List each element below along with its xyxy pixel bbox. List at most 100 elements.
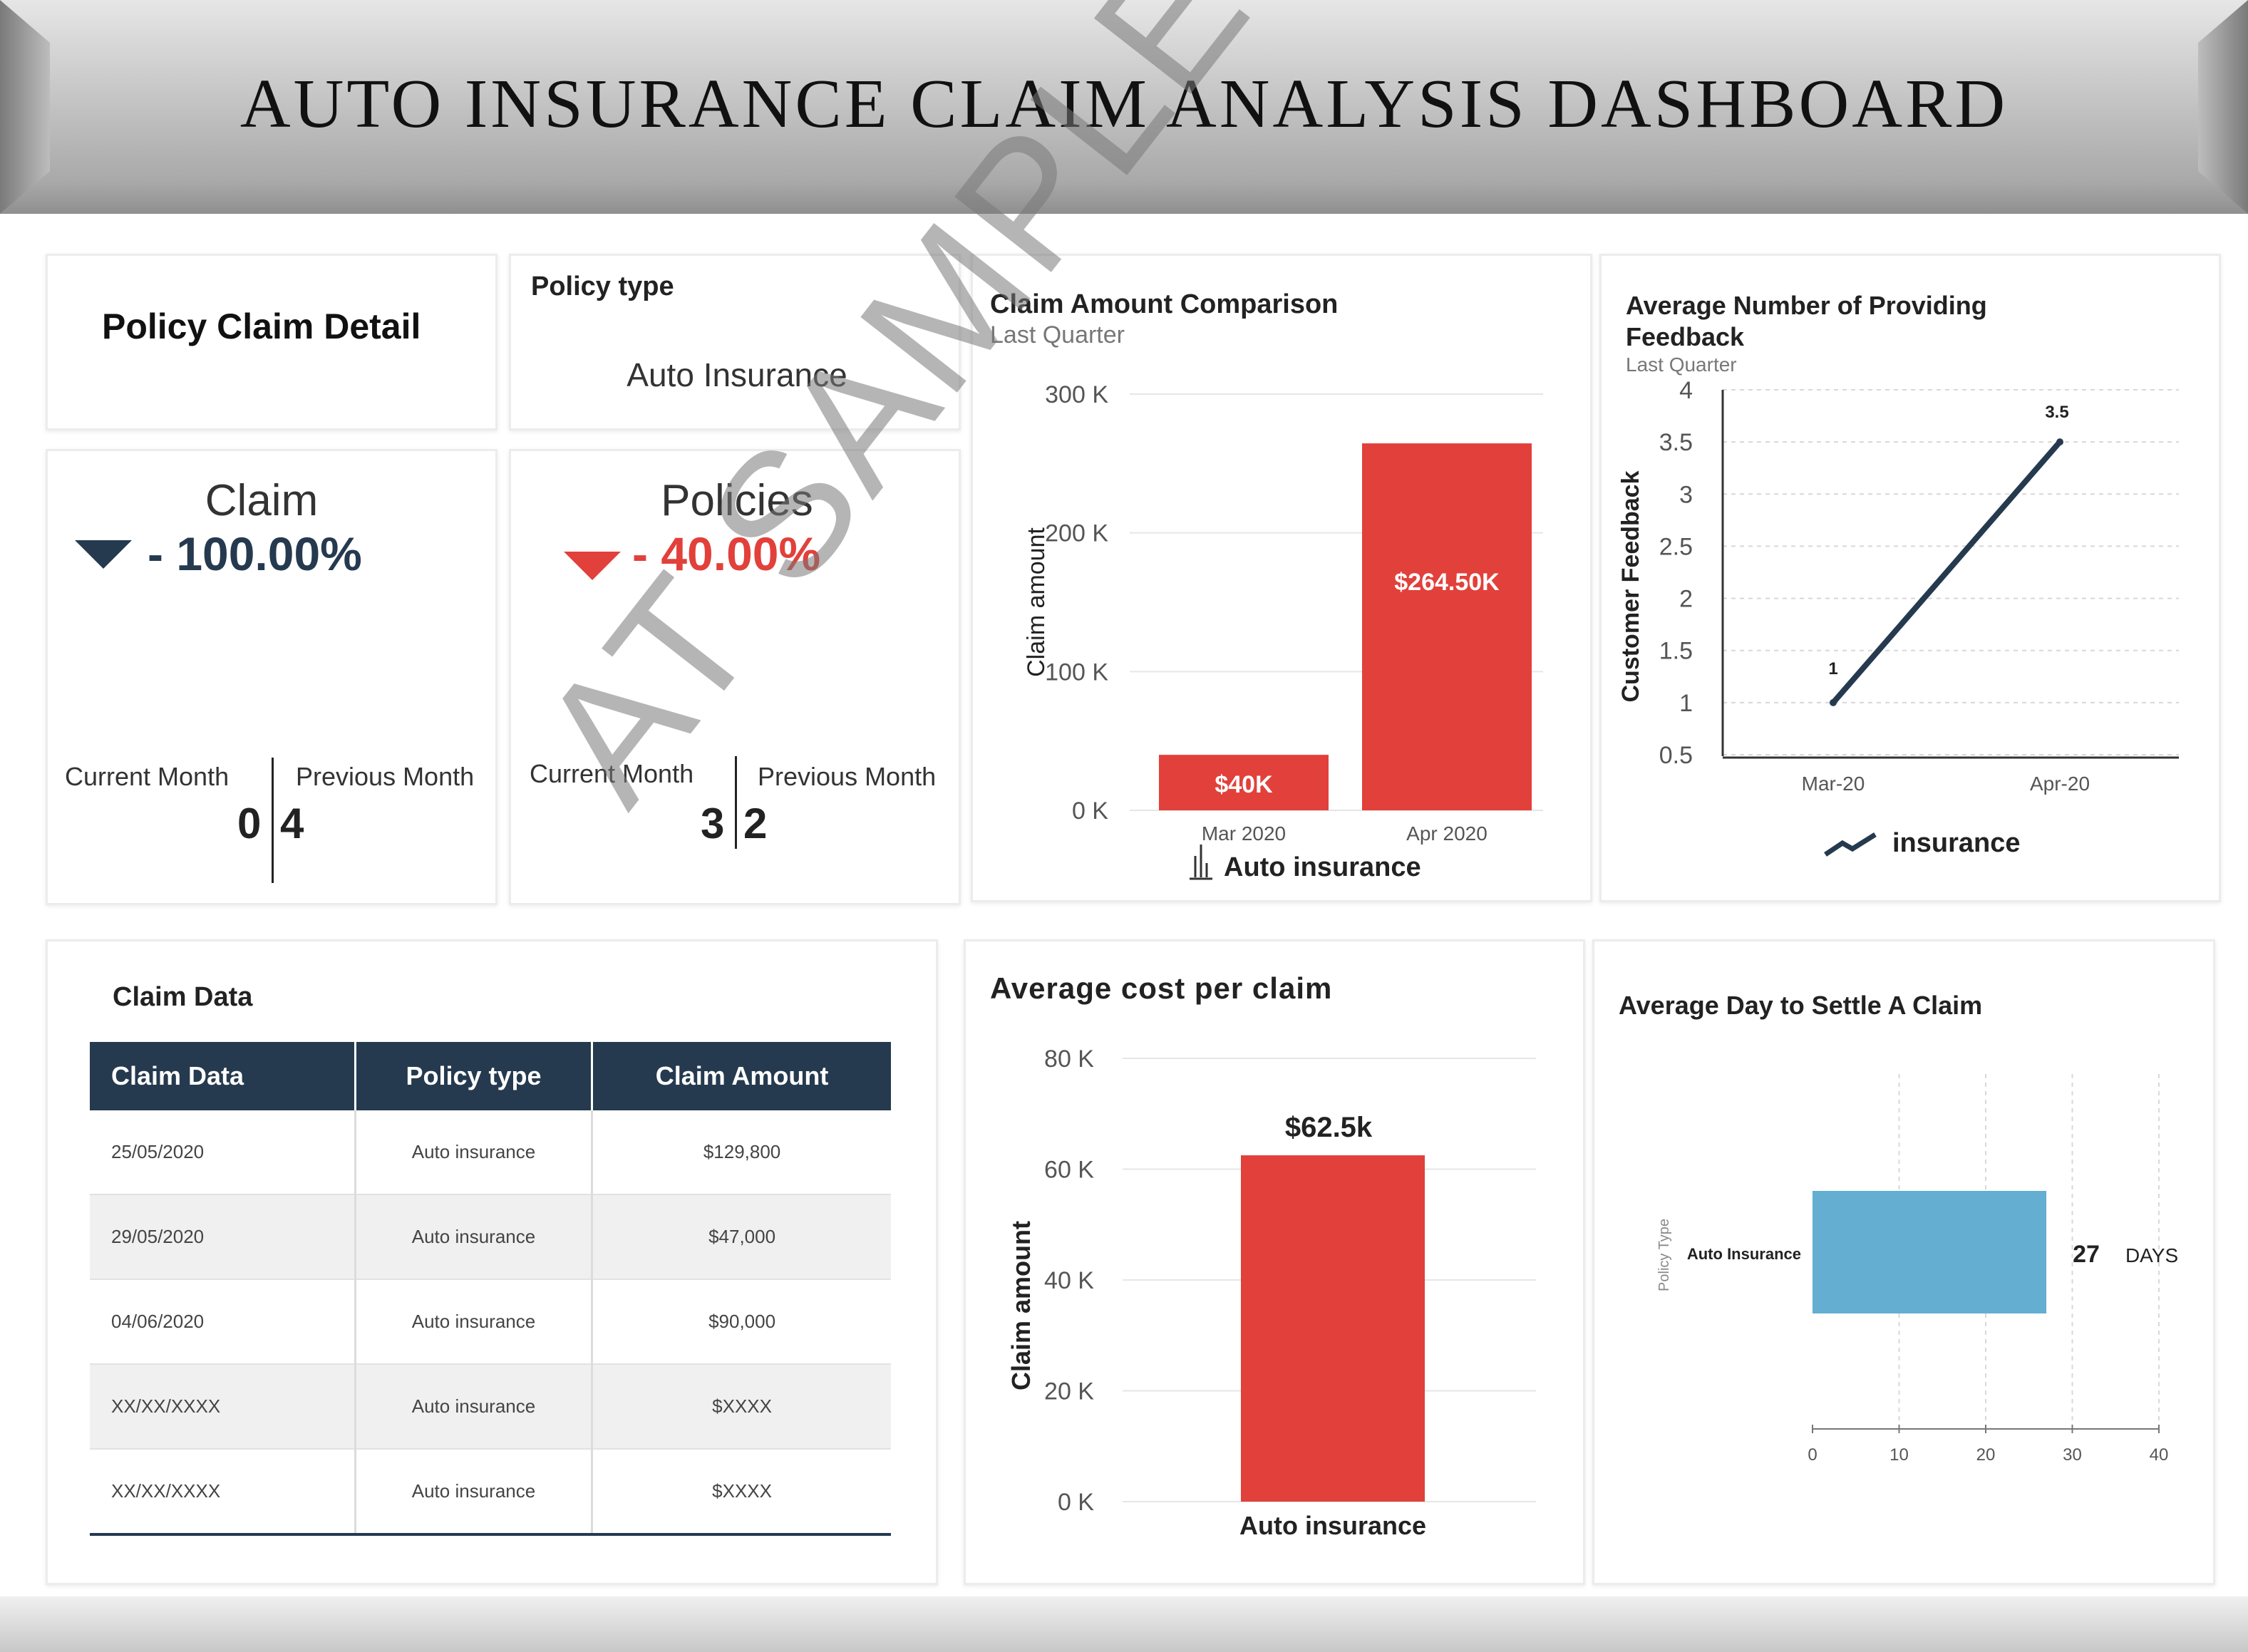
y-tick-label: 200 K	[1045, 520, 1108, 547]
y-tick-label: 3	[1679, 481, 1693, 508]
policies-kpi-card: Policies - 40.00% Current Month Previous…	[509, 449, 961, 905]
policies-down-arrow-shape	[564, 552, 621, 580]
claim-amount-comparison-card: Claim Amount Comparison Last Quarter 0 K 10…	[971, 254, 1592, 902]
table-cell-date: XX/XX/XXXX	[90, 1364, 356, 1450]
y-tick-label: 40 K	[1044, 1267, 1094, 1294]
y-axis-label: Claim amount	[1006, 1221, 1036, 1390]
y-tick-label: 1.5	[1659, 638, 1693, 665]
bottom-strip	[0, 1596, 2248, 1652]
x-tick-label: Mar 2020	[1202, 822, 1286, 845]
bar-chart-icon	[1190, 845, 1212, 880]
chart-title: Average Day to Settle A Claim	[1619, 991, 1982, 1020]
x-tick-label: Mar-20	[1802, 773, 1865, 795]
table-cell-date: XX/XX/XXXX	[90, 1449, 356, 1536]
y-tick-label: 3.5	[1659, 429, 1693, 456]
policies-divider	[735, 756, 737, 849]
table-cell-amount: $XXXX	[592, 1364, 891, 1450]
average-day-settle-card: Average Day to Settle A Claim 0 10 20 30 40 Po…	[1592, 939, 2215, 1585]
legend-label: insurance	[1892, 828, 2021, 858]
table-cell-amount: $XXXX	[592, 1449, 891, 1536]
bar	[1241, 1155, 1425, 1502]
x-tick-label: Apr 2020	[1406, 822, 1488, 845]
policies-kpi-title: Policies	[661, 476, 813, 525]
chart-subtitle: Last Quarter	[990, 321, 1125, 349]
y-tick-label: 60 K	[1044, 1157, 1094, 1184]
table-cell-date: 25/05/2020	[90, 1110, 356, 1195]
bar-data-label: $62.5k	[1285, 1112, 1373, 1143]
table-cell-policy: Auto insurance	[355, 1449, 594, 1536]
table-row: 25/05/2020 Auto insurance $129,800	[90, 1110, 891, 1195]
point-data-label: 1	[1828, 659, 1837, 678]
table-header-claim-data: Claim Data	[90, 1042, 356, 1110]
x-tick-label: Apr-20	[2030, 773, 2090, 795]
average-feedback-chart: Average Number of ProvidingFeedbackLast …	[1617, 291, 2179, 858]
average-day-settle-chart: Average Day to Settle A Claim 0 10 20 30 40 Po…	[1619, 991, 2178, 1465]
bar	[1813, 1191, 2047, 1313]
y-tick-label: 0 K	[1058, 1489, 1094, 1516]
data-point	[2056, 438, 2063, 446]
claim-down-arrow-shape	[75, 540, 132, 569]
average-feedback-card: Average Number of Providing Feedback Last …	[1599, 254, 2221, 902]
bar-unit-label: DAYS	[2125, 1244, 2178, 1266]
claim-previous-value: 4	[280, 800, 304, 847]
dashboard-title: AUTO INSURANCE CLAIM ANALYSIS DASHBOARD	[239, 66, 2009, 143]
policies-kpi-change: - 40.00%	[632, 527, 821, 580]
y-tick-label: 20 K	[1044, 1378, 1094, 1405]
y-axis-label: Policy Type	[1656, 1219, 1672, 1291]
policy-claim-detail-title: Policy Claim Detail	[102, 306, 421, 346]
policy-claim-detail-card: Policy Claim Detail	[46, 254, 497, 430]
y-tick-label: 0.5	[1659, 742, 1693, 769]
table-row: XX/XX/XXXX Auto insurance $XXXX	[90, 1364, 891, 1450]
y-axis-label: Customer Feedback	[1617, 470, 1644, 702]
average-cost-chart: Average cost per claim 0 K 20 K 40 K 60 K 80 …	[990, 971, 1536, 1540]
claim-data-title: Claim Data	[113, 982, 253, 1012]
policies-previous-month-label: Previous Month	[758, 762, 937, 791]
claim-kpi-card: Claim - 100.00% Current Month Previous M…	[46, 449, 497, 905]
table-cell-policy: Auto insurance	[355, 1279, 594, 1365]
y-tick-label: 2	[1679, 586, 1693, 613]
x-tick-label: 30	[2063, 1445, 2082, 1465]
y-tick-label: 300 K	[1045, 381, 1108, 408]
average-cost-card: Average cost per claim 0 K 20 K 40 K 60 K 80 …	[964, 939, 1585, 1585]
claim-kpi-title: Claim	[205, 476, 319, 525]
table-row: 04/06/2020 Auto insurance $90,000	[90, 1279, 891, 1365]
line-legend-icon	[1824, 832, 1877, 857]
claim-kpi-change: - 100.00%	[148, 527, 362, 580]
claim-divider	[272, 758, 274, 883]
y-axis-label: Claim amount	[1023, 527, 1050, 677]
y-tick-label: 100 K	[1045, 659, 1108, 686]
claim-current-value: 0	[237, 800, 262, 847]
table-row: 29/05/2020 Auto insurance $47,000	[90, 1194, 891, 1280]
policies-previous-value: 2	[743, 800, 768, 847]
table-header-claim-amount: Claim Amount	[592, 1042, 891, 1110]
y-tick-label: 80 K	[1044, 1046, 1094, 1073]
y-tick-label: 2.5	[1659, 533, 1693, 560]
claim-current-month-label: Current Month	[65, 762, 230, 791]
table-cell-policy: Auto insurance	[355, 1364, 594, 1450]
claim-amount-comparison-chart: Claim Amount ComparisonLast Quarter 0 K 10…	[990, 289, 1543, 882]
legend-label: Auto insurance	[1224, 852, 1421, 882]
policy-type-value: Auto Insurance	[627, 356, 847, 393]
data-point	[1830, 698, 1837, 706]
bar-data-label: 27	[2073, 1241, 2100, 1268]
x-tick-label: Auto insurance	[1239, 1511, 1426, 1540]
chart-title: Claim Amount Comparison	[990, 289, 1338, 319]
bar	[1362, 443, 1532, 810]
policy-type-label: Policy type	[531, 272, 674, 301]
claim-data-table: Claim Data Policy type Claim Amount 25/0…	[90, 1042, 891, 1536]
policy-type-card: Policy type Auto Insurance	[509, 254, 961, 430]
table-cell-amount: $90,000	[592, 1279, 891, 1365]
y-tick-label: Auto Insurance	[1687, 1245, 1801, 1263]
table-header-row: Claim Data Policy type Claim Amount	[90, 1042, 891, 1110]
header-banner: AUTO INSURANCE CLAIM ANALYSIS DASHBOARD	[0, 0, 2248, 214]
table-cell-policy: Auto insurance	[355, 1194, 594, 1280]
table-cell-amount: $47,000	[592, 1194, 891, 1280]
claim-previous-month-label: Previous Month	[296, 762, 475, 791]
chart-subtitle: Last Quarter	[1626, 353, 1737, 376]
chart-title-line1: Average Number of Providing	[1626, 291, 1987, 320]
y-tick-label: 4	[1679, 377, 1693, 404]
y-tick-label: 1	[1679, 690, 1693, 717]
bar-data-label: $40K	[1215, 771, 1273, 798]
chart-title-line2: Feedback	[1626, 322, 1745, 351]
policies-current-month-label: Current Month	[530, 759, 694, 788]
